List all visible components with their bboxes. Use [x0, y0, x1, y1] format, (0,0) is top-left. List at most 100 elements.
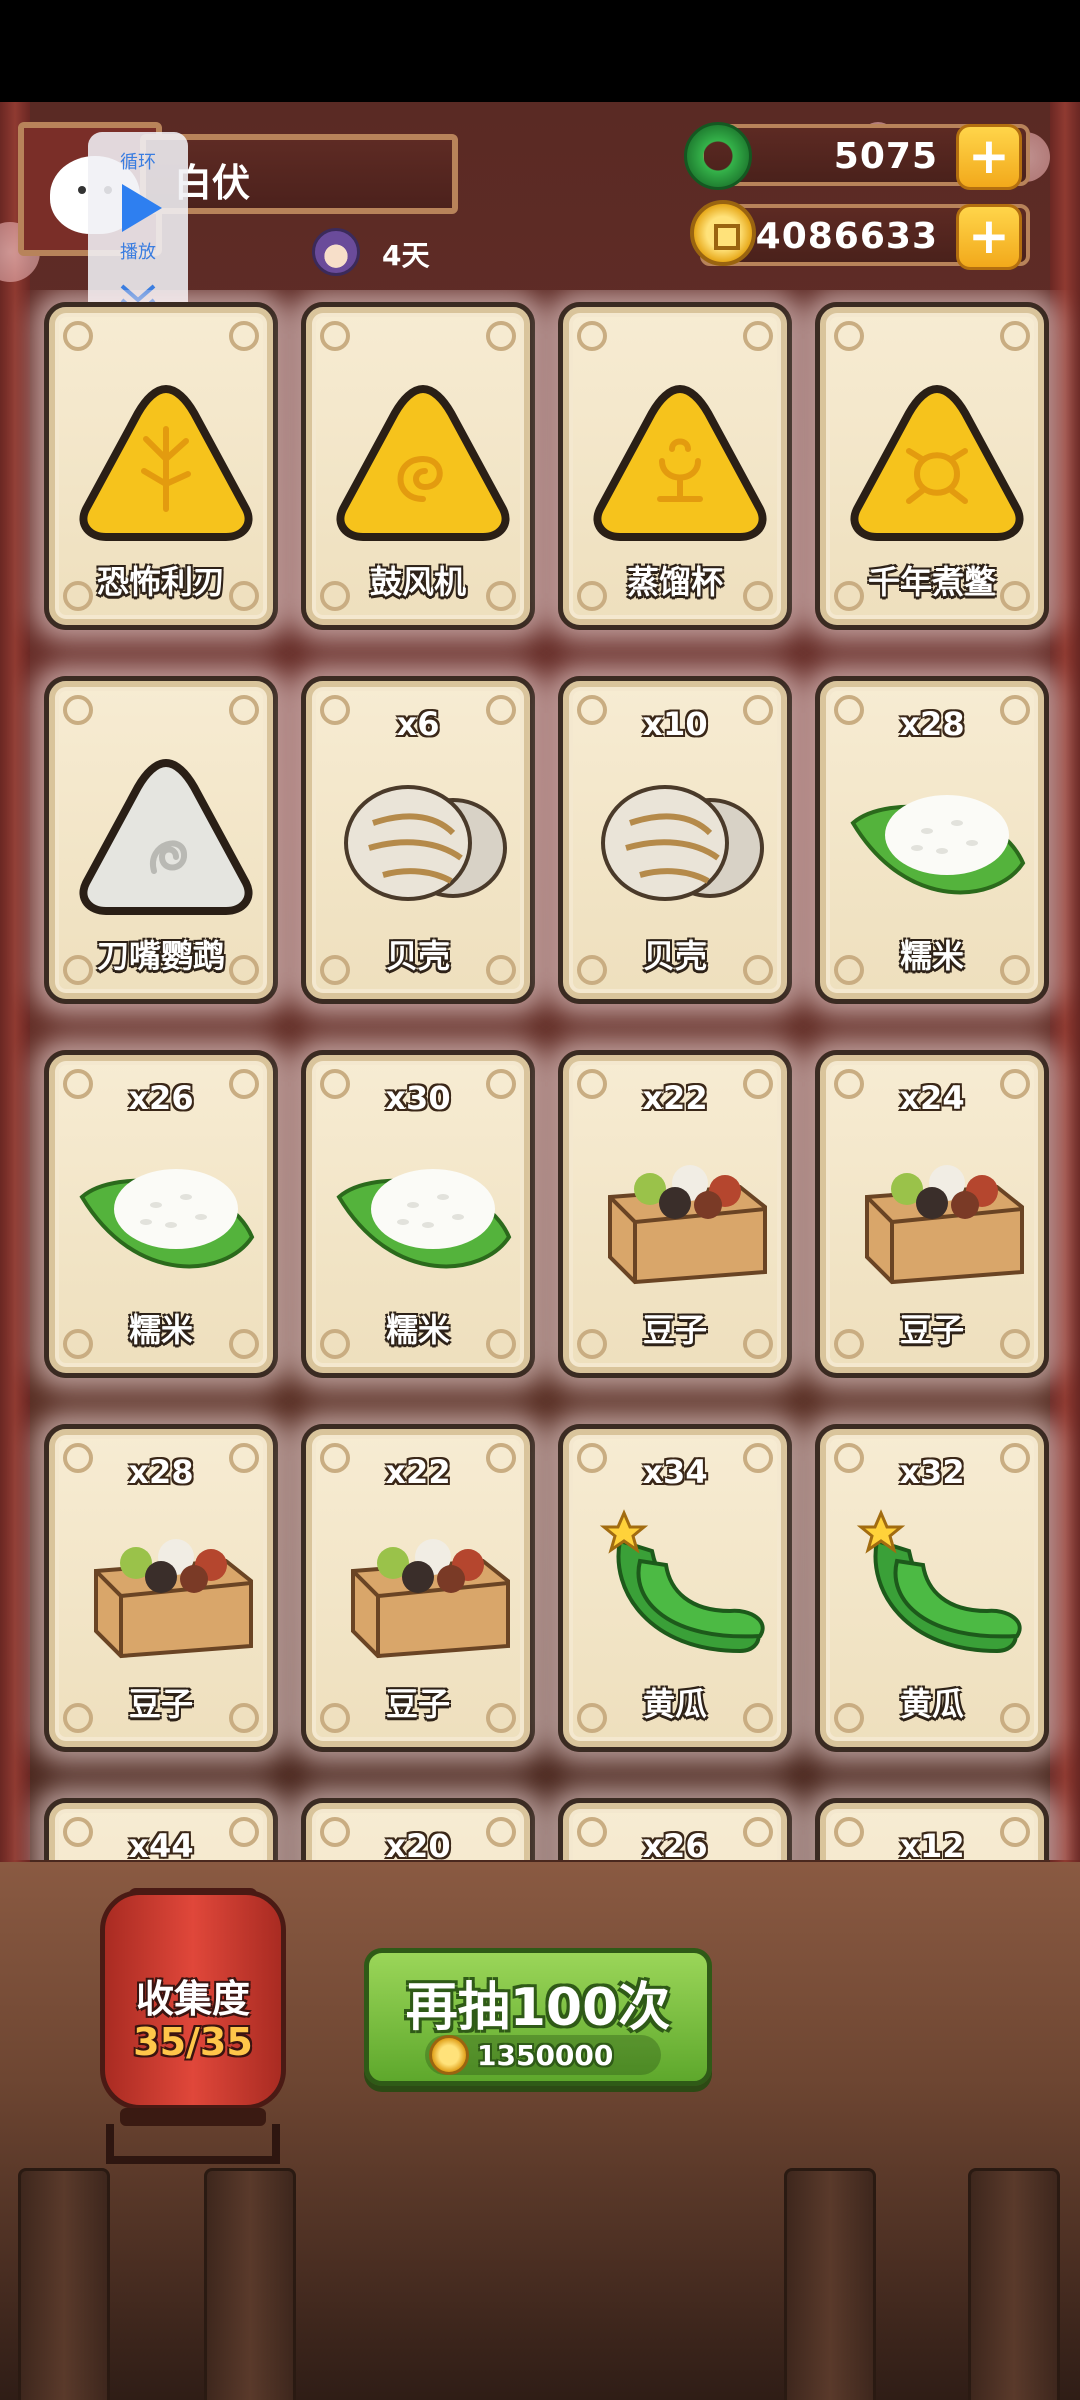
- add-coins-button[interactable]: +: [956, 204, 1022, 270]
- item-name: 刀嘴鹦鹉: [96, 937, 225, 975]
- item-card[interactable]: x22 豆子: [558, 1050, 792, 1378]
- item-card[interactable]: x28 糯米: [815, 676, 1049, 1004]
- play-icon[interactable]: [122, 184, 162, 232]
- beans-box-icon: [351, 1539, 510, 1659]
- play-label[interactable]: 播放: [88, 238, 188, 264]
- jade-icon: [684, 122, 752, 190]
- coin-amount: 64086633: [729, 216, 938, 257]
- item-count: x28: [128, 1453, 194, 1491]
- item-card[interactable]: x26: [558, 1798, 792, 1860]
- card-ornament: [486, 321, 516, 351]
- fence-post: [18, 2168, 110, 2400]
- item-name: 蒸馏杯: [626, 563, 723, 601]
- coin-icon: [429, 2035, 469, 2075]
- item-card[interactable]: x22 豆子: [301, 1424, 535, 1752]
- item-count: x20: [385, 1827, 451, 1860]
- collection-value: 35/35: [133, 2020, 253, 2064]
- beans-box-icon: [94, 1539, 253, 1659]
- status-bar: [0, 0, 1080, 102]
- card-ornament: [577, 321, 607, 351]
- item-card[interactable]: 鼓风机: [301, 302, 535, 630]
- card-ornament: [320, 321, 350, 351]
- item-card[interactable]: x30 糯米: [301, 1050, 535, 1378]
- redraw-label: 再抽100次: [405, 1978, 671, 2038]
- coin-icon: [690, 200, 756, 266]
- item-name: 豆子: [385, 1685, 450, 1723]
- fence-post: [968, 2168, 1060, 2400]
- item-card[interactable]: x26 糯米: [44, 1050, 278, 1378]
- item-card[interactable]: 千年煮鳖: [815, 302, 1049, 630]
- jade-amount: 5075: [833, 136, 938, 177]
- card-grid: 恐怖利刃 鼓风机 蒸馏杯 千年煮鳖 刀嘴鹦鹉 x6 贝壳 x10 贝壳 x28 糯米 x26 糯米 x30…: [0, 290, 1080, 1860]
- item-card[interactable]: 蒸馏杯: [558, 302, 792, 630]
- item-card[interactable]: x32 黄瓜: [815, 1424, 1049, 1752]
- item-count: x12: [899, 1827, 965, 1860]
- item-name: 鼓风机: [369, 563, 466, 601]
- card-ornament: [229, 695, 259, 725]
- item-card[interactable]: x10 贝壳: [558, 676, 792, 1004]
- gold-triangle-turtle-icon: [850, 384, 1024, 541]
- item-card[interactable]: x44: [44, 1798, 278, 1860]
- fence-post: [204, 2168, 296, 2400]
- item-name: 糯米: [128, 1311, 193, 1349]
- days-counter: 4天: [382, 239, 430, 272]
- add-jade-button[interactable]: +: [956, 124, 1022, 190]
- gold-triangle-spiral-icon: [336, 384, 510, 541]
- item-name: 黄瓜: [642, 1685, 707, 1723]
- shell-icon: [344, 785, 507, 901]
- cucumber-icon: [856, 1509, 1022, 1654]
- card-ornament: [1000, 321, 1030, 351]
- beans-box-icon: [608, 1165, 767, 1285]
- item-name: 贝壳: [642, 937, 707, 975]
- card-ornament: [63, 695, 93, 725]
- card-ornament: [743, 321, 773, 351]
- item-name: 黄瓜: [899, 1685, 964, 1723]
- item-name: 豆子: [128, 1685, 193, 1723]
- item-count: x24: [899, 1079, 965, 1117]
- lantern-stand: [106, 2124, 280, 2164]
- item-card[interactable]: x6 贝壳: [301, 676, 535, 1004]
- item-name: 糯米: [899, 937, 964, 975]
- item-card[interactable]: x34 黄瓜: [558, 1424, 792, 1752]
- item-count: x30: [385, 1079, 451, 1117]
- item-count: x22: [642, 1079, 708, 1117]
- card-ornament: [63, 321, 93, 351]
- rice-icon: [850, 795, 1026, 895]
- item-name: 恐怖利刃: [96, 563, 225, 601]
- item-name: 贝壳: [385, 937, 450, 975]
- item-count: x26: [642, 1827, 708, 1860]
- item-card[interactable]: x20: [301, 1798, 535, 1860]
- card-ornament: [229, 321, 259, 351]
- gold-triangle-coral-icon: [79, 384, 253, 541]
- item-count: x32: [899, 1453, 965, 1491]
- redraw-cost: 1350000: [477, 2039, 614, 2072]
- silver-triangle-bird-icon: [79, 758, 253, 915]
- item-name: 豆子: [899, 1311, 964, 1349]
- gold-triangle-cup-icon: [593, 384, 767, 541]
- item-count: x22: [385, 1453, 451, 1491]
- item-card[interactable]: x12: [815, 1798, 1049, 1860]
- item-count: x34: [642, 1453, 708, 1491]
- collection-label: 收集度: [135, 1977, 250, 2021]
- rice-icon: [336, 1169, 512, 1269]
- item-name: 千年煮鳖: [867, 563, 996, 601]
- item-name: 豆子: [642, 1311, 707, 1349]
- character-icon: [312, 228, 360, 276]
- card-ornament: [834, 321, 864, 351]
- item-count: x28: [899, 705, 965, 743]
- item-card[interactable]: x28 豆子: [44, 1424, 278, 1752]
- item-card[interactable]: 刀嘴鹦鹉: [44, 676, 278, 1004]
- cucumber-icon: [599, 1509, 765, 1654]
- item-card[interactable]: 恐怖利刃: [44, 302, 278, 630]
- item-count: x26: [128, 1079, 194, 1117]
- item-count: x10: [642, 705, 708, 743]
- item-card[interactable]: x24 豆子: [815, 1050, 1049, 1378]
- item-name: 糯米: [385, 1311, 450, 1349]
- shell-icon: [601, 785, 764, 901]
- beans-box-icon: [865, 1165, 1024, 1285]
- item-count: x44: [128, 1827, 194, 1860]
- loop-button[interactable]: 循环: [88, 148, 188, 174]
- fence-post: [784, 2168, 876, 2400]
- rice-icon: [79, 1169, 255, 1269]
- redraw-100-button[interactable]: 再抽100次 1350000: [364, 1948, 712, 2086]
